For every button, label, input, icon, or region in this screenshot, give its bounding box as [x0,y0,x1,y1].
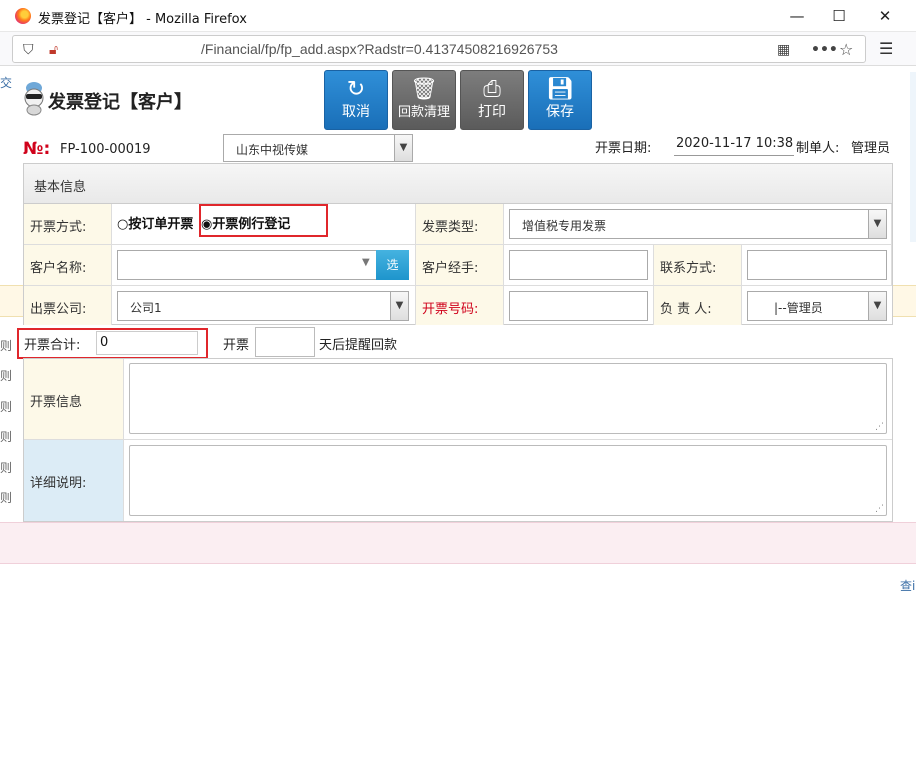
issuing-company-select[interactable]: 公司1 ▼ [117,291,409,321]
detail-textarea[interactable]: ⋰ [129,445,887,516]
cancel-button[interactable]: ↻ 取消 [324,70,388,130]
invoice-info-textarea[interactable]: ⋰ [129,363,887,434]
clear-payment-button[interactable]: 🗑︎ 回款清理 [392,70,456,130]
invoice-number-label: 开票号码: [416,286,504,325]
more-actions-icon[interactable]: ••• [811,42,838,58]
customer-handler-input[interactable] [509,250,648,280]
radio-by-order[interactable]: ○按订单开票 [117,213,193,232]
insecure-lock-icon[interactable]: 🔓︎ [49,42,58,58]
bg-glyph: 则 [0,491,13,505]
page-title: 发票登记【客户】 [48,92,192,113]
invoice-type-select[interactable]: 增值税专用发票 ▼ [509,209,887,239]
bg-glyph: 则 [0,400,13,414]
chevron-down-icon: ▼ [868,292,886,320]
close-button[interactable]: ✕ [862,0,908,32]
chevron-down-icon: ▼ [394,135,412,161]
invoice-type-label: 发票类型: [416,204,504,245]
detail-label: 详细说明: [24,440,124,521]
number-label: №: [23,139,51,159]
bg-glyph: 交 [0,76,13,90]
invoice-number-input[interactable] [509,291,648,321]
bg-glyph: 则 [0,339,13,353]
qr-code-icon[interactable]: ▦ [777,42,790,58]
invoice-info-label: 开票信息 [24,359,124,440]
background-row-pink [0,522,916,564]
remind-suffix: 天后提醒回款 [319,338,398,353]
responsible-label: 负 责 人: [654,286,742,325]
print-button[interactable]: ⎙ 打印 [460,70,524,130]
company-select[interactable]: 山东中视传媒 ▼ [223,134,413,162]
bookmark-star-icon[interactable]: ☆ [839,40,853,59]
remind-prefix: 开票 [223,338,250,353]
section-title: 基本信息 [24,164,892,204]
undo-icon: ↻ [346,77,366,102]
dropdown-triangle-icon[interactable]: ▼ [362,257,370,268]
window-title: 发票登记【客户】 - Mozilla Firefox [38,12,247,27]
url-text[interactable]: /Financial/fp/fp_add.aspx?Radstr=0.41374… [201,41,558,57]
highlight-box-radio [199,204,328,237]
contact-input[interactable] [747,250,887,280]
floppy-disk-icon: 💾︎ [546,77,574,102]
chevron-down-icon: ▼ [390,292,408,320]
resize-grip-icon[interactable]: ⋰ [875,422,884,432]
responsible-select[interactable]: |--管理员 ▼ [747,291,887,321]
address-bar[interactable]: ⛉ 🔓︎ /Financial/fp/fp_add.aspx?Radstr=0.… [12,35,866,63]
maker-value: 管理员 [851,141,891,156]
window-titlebar: 发票登记【客户】 - Mozilla Firefox — ☐ ✕ [0,0,916,32]
minimize-button[interactable]: — [774,0,820,32]
issuing-company-label: 出票公司: [24,286,112,325]
hamburger-menu-icon[interactable]: ☰ [879,39,893,58]
bg-glyph: 则 [0,430,13,444]
chevron-down-icon: ▼ [868,210,886,238]
bg-glyph: 查i [900,579,916,593]
background-panel-edge [910,72,916,242]
customer-name-combobox[interactable] [117,250,377,280]
printer-icon: ⎙ [483,77,501,102]
contact-label: 联系方式: [654,245,742,286]
highlight-box-total [17,328,208,359]
mascot-logo-icon [24,82,44,116]
bg-glyph: 则 [0,369,13,383]
maker-label: 制单人: [796,141,840,156]
shield-icon[interactable]: ⛉ [23,42,34,58]
date-label: 开票日期: [595,141,652,156]
save-button[interactable]: 💾︎ 保存 [528,70,592,130]
resize-grip-icon[interactable]: ⋰ [875,504,884,514]
radio-unchecked-icon: ○ [117,217,129,232]
firefox-logo-icon [15,8,31,24]
trash-icon: 🗑︎ [410,77,438,102]
invoice-method-label: 开票方式: [24,204,112,245]
customer-handler-label: 客户经手: [416,245,504,286]
bg-glyph: 则 [0,461,13,475]
select-customer-button[interactable]: 选 [376,250,409,280]
invoice-date-field[interactable]: 2020-11-17 10:38 [674,136,794,156]
document-number: FP-100-00019 [60,142,151,157]
maximize-button[interactable]: ☐ [816,0,862,32]
customer-name-label: 客户名称: [24,245,112,286]
address-toolbar: ⛉ 🔓︎ /Financial/fp/fp_add.aspx?Radstr=0.… [0,32,916,66]
remind-days-input[interactable] [255,327,315,357]
